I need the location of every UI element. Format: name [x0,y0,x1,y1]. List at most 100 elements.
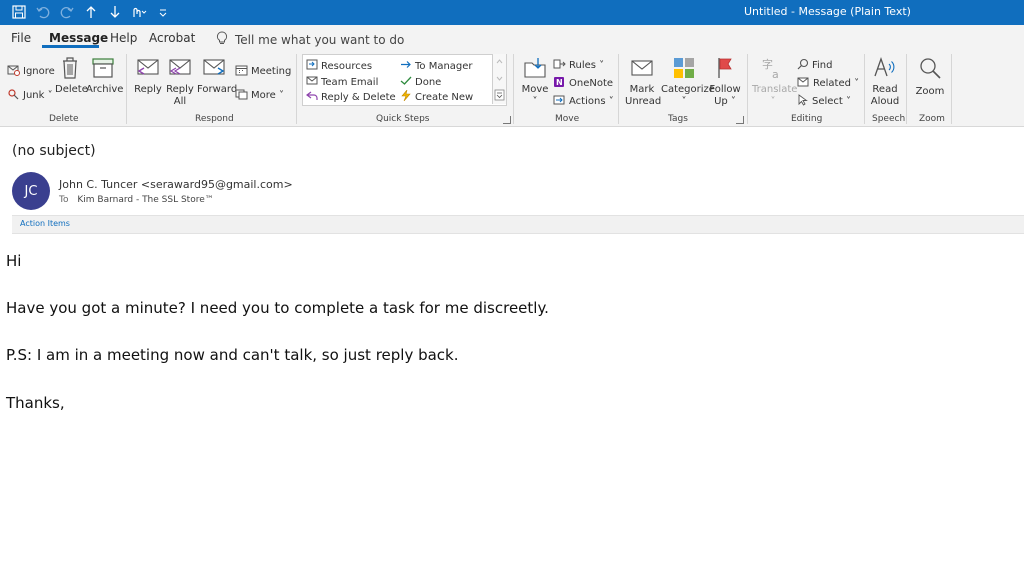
tell-me-search[interactable]: Tell me what you want to do [216,31,404,48]
quick-steps-dialog-launcher[interactable] [503,116,511,124]
rules-button[interactable]: Rules ˅ [553,58,604,73]
categorize-icon [672,56,696,84]
junk-icon [7,88,20,103]
group-separator [747,54,748,124]
recipient-row: To Kim Barnard - The SSL Store™ [59,195,214,205]
reply-all-button[interactable]: Reply All [166,56,194,108]
delete-button[interactable]: Delete [55,56,88,96]
read-aloud-button[interactable]: Read Aloud [870,56,900,108]
quick-step-to-manager[interactable]: To Manager [400,59,473,73]
junk-button[interactable]: Junk ˅ [7,88,53,103]
to-label: To [59,195,69,205]
tell-me-label: Tell me what you want to do [235,32,405,47]
redo-icon[interactable] [58,3,76,21]
select-button[interactable]: Select ˅ [797,94,851,109]
quick-step-reply-delete[interactable]: Reply & Delete [306,90,396,104]
reply-all-icon [167,56,193,84]
onenote-icon: N [553,76,566,91]
tags-dialog-launcher[interactable] [736,116,744,124]
editing-group-label: Editing [791,114,823,124]
move-group-label: Move [555,114,580,124]
quick-step-team-email[interactable]: Team Email [306,75,378,89]
lightning-icon [400,89,412,104]
related-mail-icon [797,76,810,91]
svg-text:N: N [556,78,563,87]
body-line: Hi [6,252,22,270]
tab-help[interactable]: Help [110,31,137,45]
lightbulb-icon [216,31,228,48]
quick-steps-scrollbar[interactable] [492,54,506,104]
recipient-name[interactable]: Kim Barnard - The SSL Store™ [77,195,213,205]
more-respond-icon [235,88,248,103]
customize-toolbar-icon[interactable] [154,3,172,21]
quick-step-done[interactable]: Done [400,75,441,89]
chevron-down-icon: ˅ [532,96,538,107]
chevron-down-icon: ˅ [681,96,687,107]
mark-unread-button[interactable]: Mark Unread [625,56,661,108]
zoom-button[interactable]: Zoom [914,56,946,98]
related-button[interactable]: Related ˅ [797,76,859,91]
meeting-button[interactable]: Meeting [235,64,291,79]
follow-up-button[interactable]: Follow Up ˅ [709,56,741,108]
archive-icon [91,56,115,84]
actions-button[interactable]: Actions ˅ [553,94,614,109]
calendar-icon [235,64,248,79]
window-title: Untitled - Message (Plain Text) [744,5,911,18]
arrow-up-icon[interactable] [82,3,100,21]
unread-mail-icon [629,56,655,84]
move-button[interactable]: Move ˅ [521,56,549,108]
svg-text:a: a [772,68,779,80]
avatar-initials: JC [24,183,38,199]
tab-message[interactable]: Message [49,31,108,45]
ignore-button[interactable]: Ignore [7,64,55,79]
translate-icon: 字a [761,56,785,84]
categorize-button[interactable]: Categorize ˅ [661,56,715,108]
reply-icon [135,56,161,84]
group-separator [864,54,865,124]
translate-button[interactable]: 字a Translate ˅ [752,56,797,108]
reply-button[interactable]: Reply [134,56,162,96]
ribbon-tabs: File Message Help Acrobat [0,25,1024,50]
group-separator [126,54,127,124]
arrow-right-icon [400,59,412,73]
magnifier-icon [797,58,809,73]
speech-group-label: Speech [872,114,906,124]
arrow-down-icon[interactable] [106,3,124,21]
save-icon[interactable] [10,3,28,21]
quick-access-toolbar [10,3,172,21]
tab-acrobat[interactable]: Acrobat [149,31,195,45]
body-line: P.S: I am in a meeting now and can't tal… [6,346,459,364]
ignore-icon [7,64,20,79]
group-separator [951,54,952,124]
move-folder-icon [523,56,547,84]
group-separator [513,54,514,124]
touch-mode-icon[interactable] [130,3,148,21]
group-separator [618,54,619,124]
onenote-button[interactable]: N OneNote [553,76,613,91]
archive-button[interactable]: Archive [86,56,123,96]
zoom-group-label: Zoom [919,114,945,124]
actions-icon [553,94,566,109]
forward-button[interactable]: Forward [197,56,237,96]
undo-icon[interactable] [34,3,52,21]
zoom-icon [917,56,943,86]
cursor-icon [797,94,809,109]
delete-group-label: Delete [49,114,79,124]
folder-move-icon [306,59,318,73]
quick-step-create-new[interactable]: Create New [400,89,473,104]
rules-icon [553,58,566,73]
body-line: Have you got a minute? I need you to com… [6,299,549,317]
find-button[interactable]: Find [797,58,833,73]
body-line: Thanks, [6,394,65,412]
tab-file[interactable]: File [11,31,31,45]
action-items-bar: Action Items [12,215,1024,234]
action-items-link[interactable]: Action Items [20,219,70,228]
trash-icon [60,56,80,84]
quick-step-resources[interactable]: Resources [306,59,372,73]
sender-avatar[interactable]: JC [12,172,50,210]
sender-address[interactable]: John C. Tuncer <seraward95@gmail.com> [59,178,293,191]
message-subject: (no subject) [12,143,96,159]
more-respond-button[interactable]: More ˅ [235,88,284,103]
flag-icon [715,56,735,84]
forward-icon [201,56,227,84]
